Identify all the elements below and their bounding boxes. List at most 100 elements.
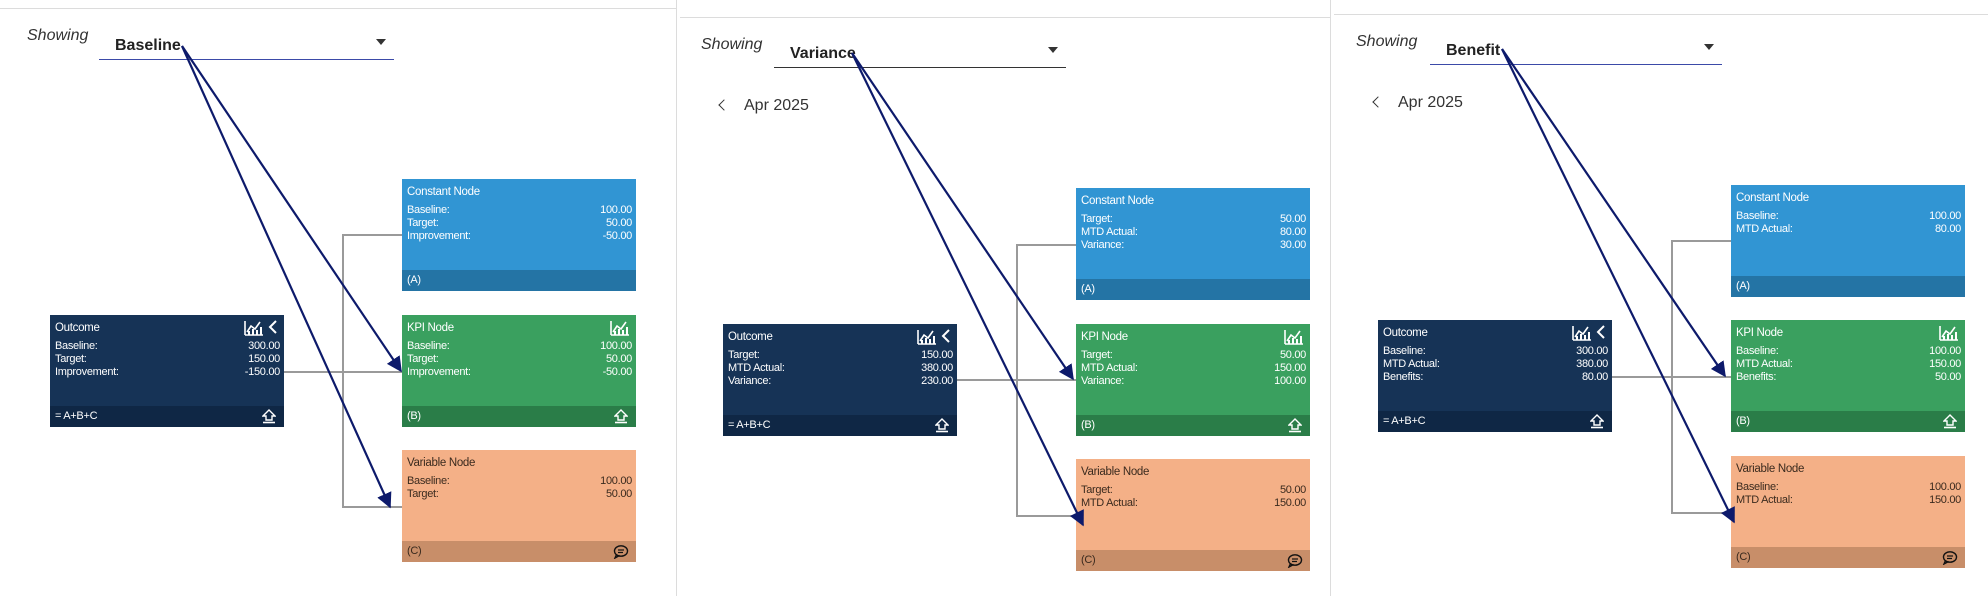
node-id-label: (C) [407, 545, 422, 557]
node-title: Variable Node [1736, 463, 1805, 475]
row-label: MTD Actual: [1383, 358, 1440, 370]
upload-icon[interactable] [1942, 414, 1958, 432]
outcome-node[interactable]: Outcome Baseline: 300.00 MTD Actual: 380.0… [1378, 320, 1612, 432]
row-value: 80.00 [1934, 223, 1961, 235]
constant-node[interactable]: Constant Node Baseline: 100.00 Target: 50.… [402, 179, 636, 291]
row-value: 100.00 [1929, 210, 1961, 222]
row-value: 50.00 [1934, 371, 1961, 383]
row-value: 100.00 [600, 475, 632, 487]
row-value: -50.00 [602, 366, 633, 378]
upload-icon[interactable] [934, 418, 950, 436]
row-label: Target: [1081, 484, 1113, 496]
row-label: MTD Actual: [1736, 223, 1793, 235]
connector-line [957, 379, 1016, 381]
row-label: Baseline: [407, 204, 450, 216]
variable-node[interactable]: Variable Node Baseline: 100.00 Target: 50.… [402, 450, 636, 562]
row-value: 50.00 [1279, 213, 1306, 225]
upload-icon[interactable] [1589, 414, 1605, 432]
formula-label: = A+B+C [1383, 415, 1426, 427]
row-value: 100.00 [1929, 345, 1961, 357]
upload-icon[interactable] [261, 409, 277, 427]
panel-baseline: Showing Baseline Outcome Baseline: 300.00… [0, 0, 677, 596]
node-footer: = A+B+C [723, 415, 957, 436]
node-row: Variance: 100.00 [1081, 375, 1306, 388]
line-chart-icon[interactable] [1938, 324, 1960, 345]
node-footer: = A+B+C [50, 406, 284, 427]
month-navigator[interactable]: Apr 2025 [1372, 94, 1463, 112]
showing-label: Showing [27, 27, 89, 44]
showing-label: Showing [701, 36, 763, 53]
row-value: -150.00 [244, 366, 281, 378]
line-chart-icon[interactable] [1571, 324, 1593, 345]
variable-node[interactable]: Variable Node Target: 50.00 MTD Actual: 15… [1076, 459, 1310, 571]
showing-select-value: Variance [790, 45, 856, 62]
kpi-node[interactable]: KPI Node Target: 50.00 MTD Actual: 150.00 … [1076, 324, 1310, 436]
row-label: Variance: [728, 375, 771, 387]
node-row: Baseline: 300.00 [55, 340, 280, 353]
node-row: Target: 50.00 [407, 217, 632, 230]
node-footer: (B) [1076, 415, 1310, 436]
upload-icon[interactable] [1287, 418, 1303, 436]
row-label: MTD Actual: [728, 362, 785, 374]
line-chart-icon[interactable] [243, 319, 265, 340]
node-row: Variance: 30.00 [1081, 239, 1306, 252]
line-chart-icon[interactable] [1283, 328, 1305, 349]
row-value: 50.00 [1279, 484, 1306, 496]
showing-select[interactable]: Baseline [99, 33, 394, 60]
node-row: Benefits: 80.00 [1383, 371, 1608, 384]
comment-icon[interactable] [613, 544, 629, 562]
chevron-left-icon[interactable] [267, 319, 279, 338]
node-id-label: (C) [1736, 551, 1751, 563]
chevron-left-icon[interactable] [940, 328, 952, 347]
row-value: 300.00 [1576, 345, 1608, 357]
connector-line [1612, 376, 1671, 378]
connector-line [1016, 515, 1076, 517]
node-row: Target: 50.00 [1081, 213, 1306, 226]
node-title: KPI Node [1736, 327, 1783, 339]
month-label: Apr 2025 [1398, 94, 1463, 111]
node-footer: (A) [402, 270, 636, 291]
row-value: 100.00 [600, 340, 632, 352]
variable-node[interactable]: Variable Node Baseline: 100.00 MTD Actual… [1731, 456, 1965, 568]
line-chart-icon[interactable] [609, 319, 631, 340]
kpi-node[interactable]: KPI Node Baseline: 100.00 MTD Actual: 150.… [1731, 320, 1965, 432]
kpi-node[interactable]: KPI Node Baseline: 100.00 Target: 50.00 Im… [402, 315, 636, 427]
outcome-node[interactable]: Outcome Target: 150.00 MTD Actual: 380.00 … [723, 324, 957, 436]
chevron-left-icon[interactable] [1595, 324, 1607, 343]
constant-node[interactable]: Constant Node Target: 50.00 MTD Actual: 80… [1076, 188, 1310, 300]
node-row: Improvement: -50.00 [407, 366, 632, 379]
showing-select[interactable]: Variance [774, 41, 1066, 68]
node-row: Target: 50.00 [1081, 349, 1306, 362]
row-label: Baseline: [407, 340, 450, 352]
node-footer: (C) [402, 541, 636, 562]
node-title: Constant Node [1081, 195, 1154, 207]
outcome-node[interactable]: Outcome Baseline: 300.00 Target: 150.00 Im… [50, 315, 284, 427]
node-row: Baseline: 100.00 [407, 340, 632, 353]
node-id-label: (A) [1736, 280, 1750, 292]
row-label: Target: [55, 353, 87, 365]
chevron-left-icon[interactable] [718, 99, 730, 111]
showing-select[interactable]: Benefit [1430, 38, 1722, 65]
row-label: Baseline: [1736, 210, 1779, 222]
node-row: MTD Actual: 150.00 [1081, 362, 1306, 375]
node-title: Variable Node [407, 457, 476, 469]
node-footer: (C) [1731, 547, 1965, 568]
comment-icon[interactable] [1287, 553, 1303, 571]
row-label: Target: [407, 353, 439, 365]
month-navigator[interactable]: Apr 2025 [718, 97, 809, 115]
row-value: 150.00 [1274, 497, 1306, 509]
line-chart-icon[interactable] [916, 328, 938, 349]
node-row: MTD Actual: 80.00 [1081, 226, 1306, 239]
connector-line [1016, 379, 1076, 381]
node-row: Baseline: 100.00 [1736, 210, 1961, 223]
row-value: -50.00 [602, 230, 633, 242]
upload-icon[interactable] [613, 409, 629, 427]
comment-icon[interactable] [1942, 550, 1958, 568]
formula-label: = A+B+C [55, 410, 98, 422]
row-label: Variance: [1081, 239, 1124, 251]
chevron-left-icon[interactable] [1372, 96, 1384, 108]
node-id-label: (A) [407, 274, 421, 286]
node-row: MTD Actual: 380.00 [1383, 358, 1608, 371]
node-row: Target: 150.00 [55, 353, 280, 366]
constant-node[interactable]: Constant Node Baseline: 100.00 MTD Actual… [1731, 185, 1965, 297]
